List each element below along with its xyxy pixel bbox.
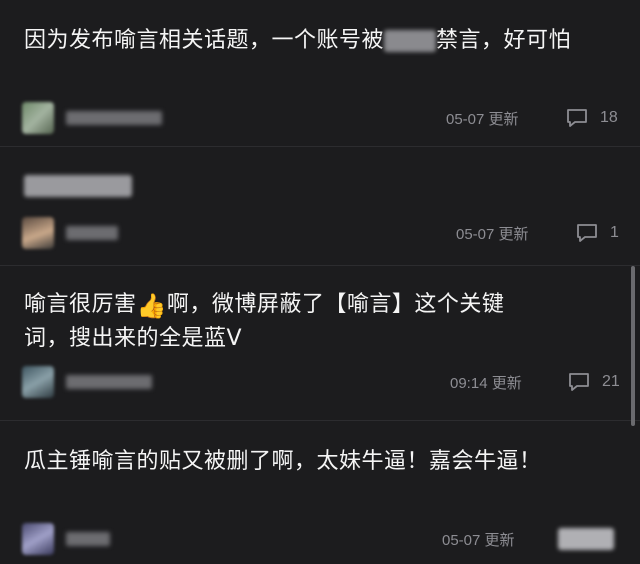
post-meta: 05-07 更新 1 <box>22 217 619 249</box>
post-text-before: 因为发布喻言相关话题，一个账号被 <box>24 28 385 53</box>
post-item[interactable]: 瓜主锤喻言的贴又被删了啊，太妹牛逼！嘉会牛逼！ 05-07 更新 <box>0 421 640 564</box>
update-time: 05-07 更新 <box>442 532 515 549</box>
post-text: 因为发布喻言相关话题，一个账号被 禁言，好可怕 <box>24 24 614 58</box>
comment-button[interactable]: 1 <box>576 220 619 246</box>
redacted-text <box>24 175 132 197</box>
username-redacted[interactable] <box>66 532 110 546</box>
post-item[interactable]: 喻言很厉害👍啊，微博屏蔽了【喻言】这个关键词，搜出来的全是蓝V 09:14 更新… <box>0 266 640 420</box>
username-redacted[interactable] <box>66 111 162 125</box>
comment-button[interactable] <box>558 526 626 552</box>
thumbs-up-emoji: 👍 <box>136 292 167 320</box>
username-redacted[interactable] <box>66 226 118 240</box>
avatar[interactable] <box>22 366 54 398</box>
post-text <box>24 169 614 203</box>
update-time: 05-07 更新 <box>456 226 529 243</box>
post-text-after: 禁言，好可怕 <box>436 28 572 53</box>
comment-feed: 因为发布喻言相关话题，一个账号被 禁言，好可怕 05-07 更新 18 05-07… <box>0 0 640 564</box>
redacted-comment-area <box>558 528 614 550</box>
scrollbar[interactable] <box>631 266 635 426</box>
update-time: 09:14 更新 <box>450 375 522 392</box>
comment-count: 1 <box>610 224 619 241</box>
post-text: 喻言很厉害👍啊，微博屏蔽了【喻言】这个关键词，搜出来的全是蓝V <box>24 288 544 356</box>
post-text-before: 瓜主锤喻言的贴又被删了啊，太妹牛逼！嘉会牛逼！ <box>24 449 542 474</box>
avatar[interactable] <box>22 523 54 555</box>
avatar[interactable] <box>22 102 54 134</box>
post-text-before: 喻言很厉害 <box>24 292 137 317</box>
post-item[interactable]: 因为发布喻言相关话题，一个账号被 禁言，好可怕 05-07 更新 18 <box>0 0 640 146</box>
redacted-text <box>384 30 437 52</box>
comment-button[interactable]: 21 <box>568 369 620 395</box>
comment-count: 18 <box>600 109 618 126</box>
post-item[interactable]: 05-07 更新 1 <box>0 147 640 265</box>
comment-button[interactable]: 18 <box>566 105 618 131</box>
update-time: 05-07 更新 <box>446 111 519 128</box>
post-text: 瓜主锤喻言的贴又被删了啊，太妹牛逼！嘉会牛逼！ <box>24 445 544 479</box>
username-redacted[interactable] <box>66 375 152 389</box>
comment-bubble-icon <box>577 224 597 242</box>
comment-count: 21 <box>602 373 620 390</box>
avatar[interactable] <box>22 217 54 249</box>
comment-bubble-icon <box>569 373 589 391</box>
post-meta: 09:14 更新 21 <box>22 366 620 398</box>
post-meta: 05-07 更新 <box>22 523 616 555</box>
post-meta: 05-07 更新 18 <box>22 102 618 134</box>
comment-bubble-icon <box>567 109 587 127</box>
